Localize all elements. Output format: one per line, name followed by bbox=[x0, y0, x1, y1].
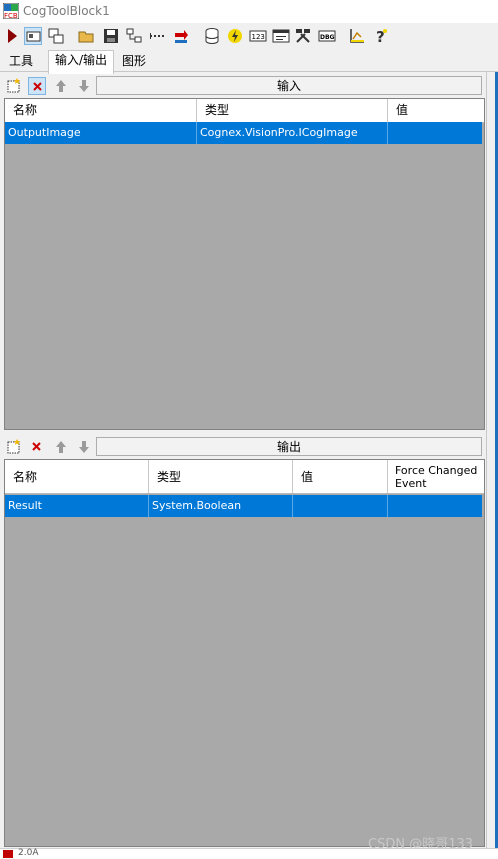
tab-tools[interactable]: 工具 bbox=[3, 52, 39, 72]
move-up-icon[interactable] bbox=[52, 438, 70, 456]
cell-value[interactable] bbox=[293, 495, 388, 517]
cell-name[interactable]: Result bbox=[5, 495, 149, 517]
column-name[interactable]: 名称 bbox=[5, 99, 197, 122]
tab-strip: 工具 输入/输出 图形 bbox=[0, 50, 498, 74]
tools-icon[interactable] bbox=[294, 27, 312, 45]
cell-force-changed bbox=[388, 495, 482, 517]
debug-icon[interactable]: DBG bbox=[318, 27, 336, 45]
new-item-icon[interactable] bbox=[5, 438, 23, 456]
save-icon[interactable] bbox=[102, 27, 120, 45]
column-type[interactable]: 类型 bbox=[149, 460, 293, 493]
cell-type[interactable]: Cognex.VisionPro.ICogImage bbox=[197, 122, 388, 144]
table-row[interactable]: Result System.Boolean bbox=[5, 495, 482, 517]
network-icon[interactable] bbox=[125, 27, 143, 45]
outputs-section-button[interactable]: 输出 bbox=[96, 437, 482, 456]
move-up-icon[interactable] bbox=[52, 77, 70, 95]
display-icon[interactable] bbox=[24, 27, 42, 45]
import-icon[interactable] bbox=[172, 27, 190, 45]
database-icon[interactable] bbox=[203, 27, 221, 45]
move-down-icon[interactable] bbox=[75, 77, 93, 95]
open-icon[interactable] bbox=[78, 27, 96, 45]
terminal-icon[interactable] bbox=[149, 27, 167, 45]
cell-name[interactable]: OutputImage bbox=[5, 122, 197, 144]
status-text: 2.0A bbox=[18, 848, 39, 858]
column-value[interactable]: 值 bbox=[293, 460, 388, 493]
run-icon[interactable] bbox=[3, 27, 21, 45]
svg-text:123: 123 bbox=[252, 33, 265, 41]
outputs-grid: 名称 类型 值 Force Changed Event Result Syste… bbox=[4, 459, 485, 847]
delete-icon[interactable] bbox=[28, 77, 46, 95]
new-item-icon[interactable] bbox=[5, 77, 23, 95]
counter-icon[interactable]: 123 bbox=[249, 27, 267, 45]
cognex-app-icon: FCB bbox=[2, 2, 20, 20]
inputs-toolbar: 输入 bbox=[3, 74, 486, 98]
column-force-changed-event[interactable]: Force Changed Event bbox=[388, 460, 484, 493]
inputs-header: 名称 类型 值 bbox=[5, 99, 484, 123]
cell-value[interactable] bbox=[388, 122, 482, 144]
column-value[interactable]: 值 bbox=[388, 99, 484, 122]
delete-icon[interactable] bbox=[28, 438, 46, 456]
error-status-icon bbox=[3, 850, 13, 858]
svg-text:FCB: FCB bbox=[4, 12, 18, 19]
tab-input-output[interactable]: 输入/输出 bbox=[48, 50, 115, 74]
outputs-header: 名称 类型 值 Force Changed Event bbox=[5, 460, 484, 494]
tab-graphics[interactable]: 图形 bbox=[116, 52, 152, 72]
window-title: CogToolBlock1 bbox=[23, 4, 110, 18]
svg-text:DBG: DBG bbox=[320, 34, 335, 41]
chart-icon[interactable] bbox=[348, 27, 366, 45]
column-type[interactable]: 类型 bbox=[197, 99, 388, 122]
main-toolbar: 123 DBG ? bbox=[0, 23, 498, 49]
cell-type[interactable]: System.Boolean bbox=[149, 495, 293, 517]
outputs-toolbar: 输出 bbox=[3, 435, 486, 459]
terminal-window-icon[interactable] bbox=[272, 27, 290, 45]
table-row[interactable]: OutputImage Cognex.VisionPro.ICogImage bbox=[5, 122, 482, 144]
title-bar: FCB CogToolBlock1 bbox=[0, 0, 498, 23]
help-icon[interactable]: ? bbox=[372, 27, 390, 45]
column-name[interactable]: 名称 bbox=[5, 460, 149, 493]
inputs-grid: 名称 类型 值 OutputImage Cognex.VisionPro.ICo… bbox=[4, 98, 485, 430]
inputs-section-button[interactable]: 输入 bbox=[96, 76, 482, 95]
tool-window-icon[interactable] bbox=[47, 27, 65, 45]
lightning-icon[interactable] bbox=[226, 27, 244, 45]
move-down-icon[interactable] bbox=[75, 438, 93, 456]
